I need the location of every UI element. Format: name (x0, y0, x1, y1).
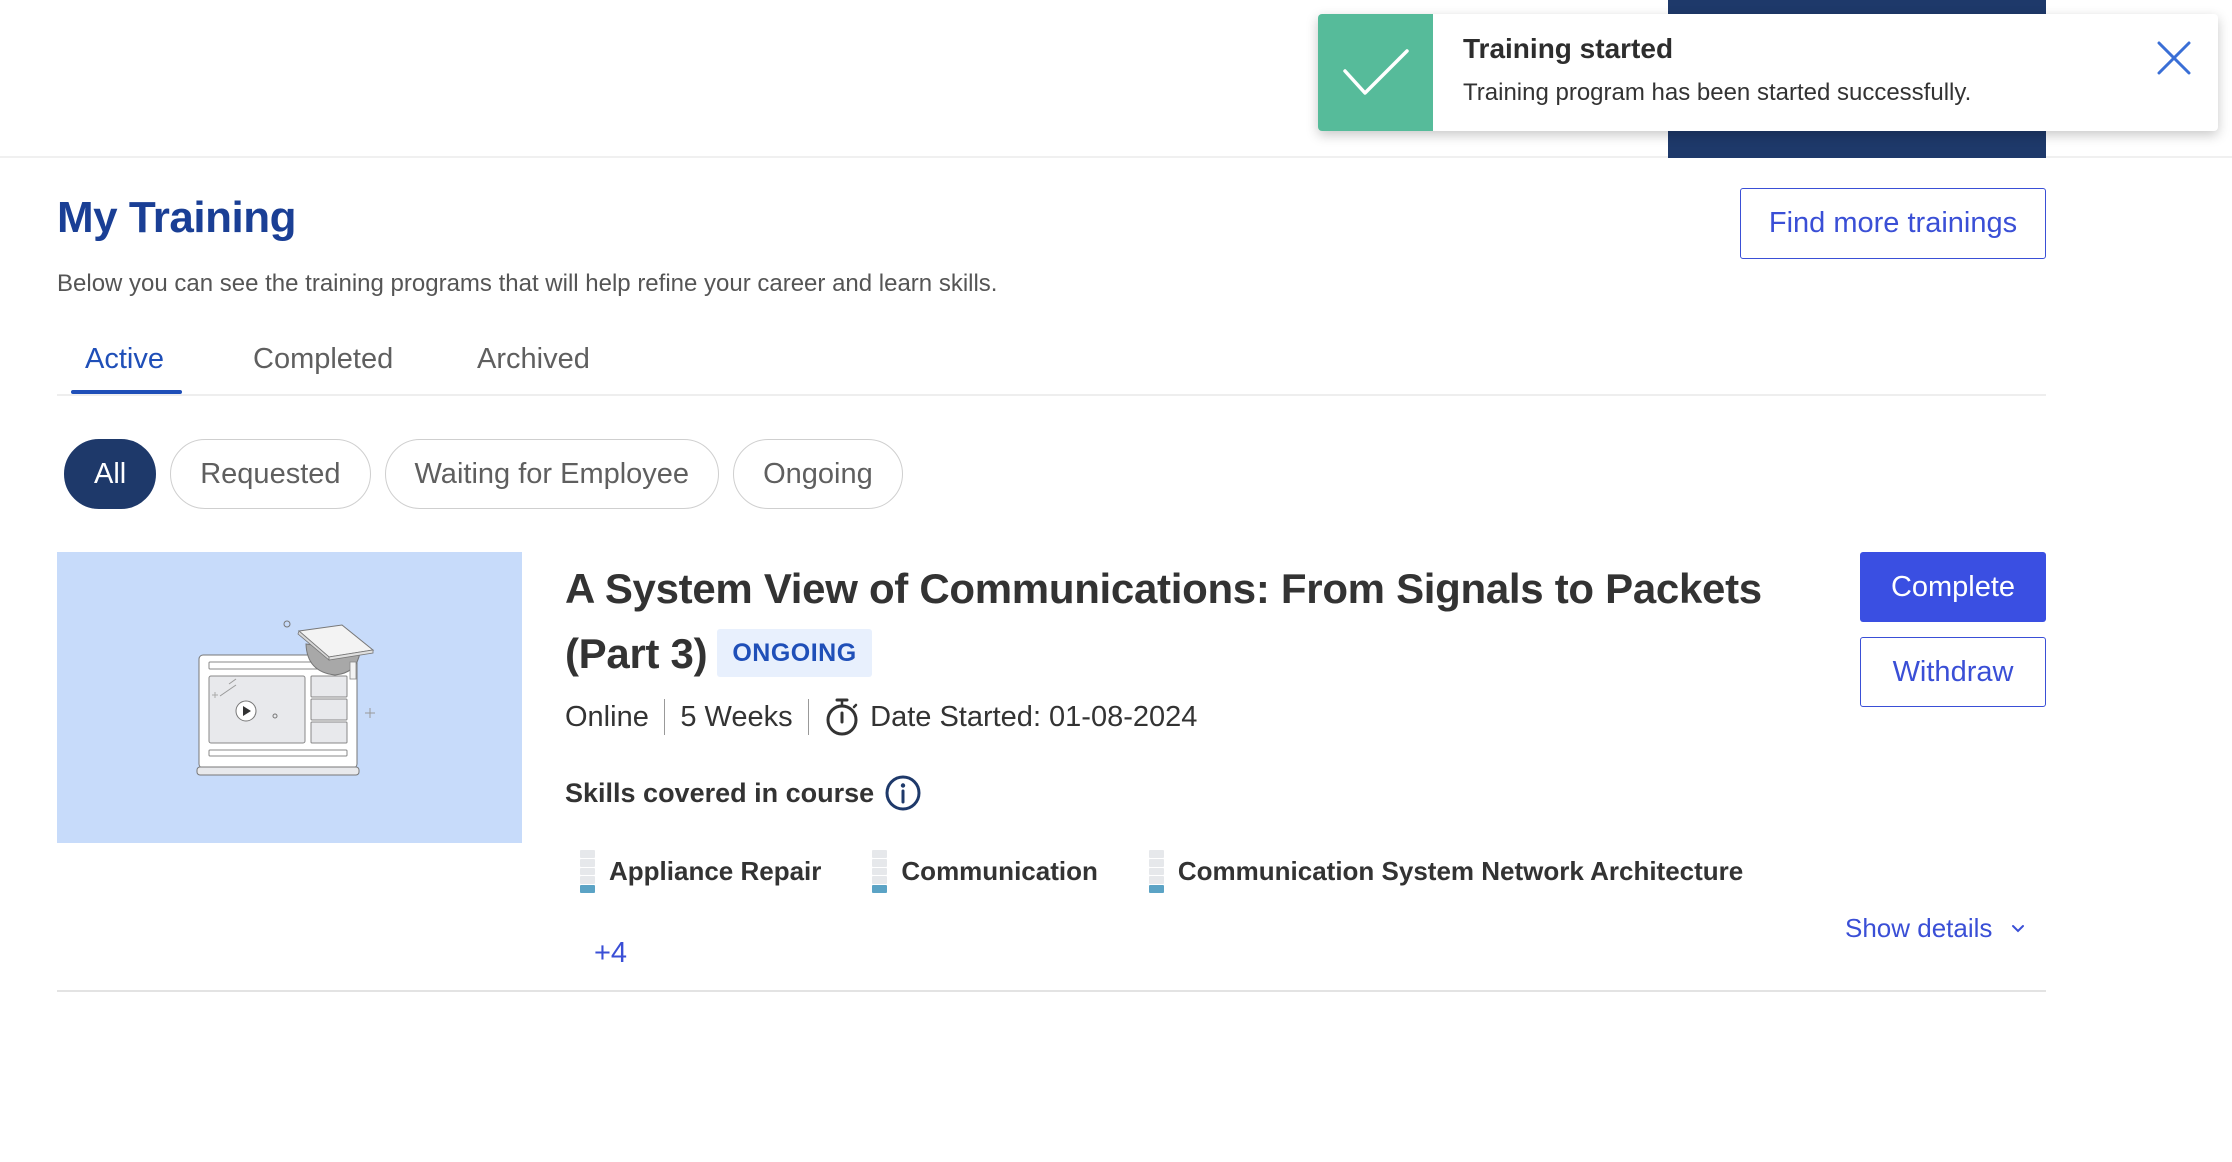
filter-chip-waiting-for-employee[interactable]: Waiting for Employee (384, 439, 720, 509)
filter-chip-ongoing[interactable]: Ongoing (733, 439, 903, 509)
course-title[interactable]: A System View of Communications: From Si… (565, 556, 1825, 686)
toast-icon-panel (1318, 14, 1433, 131)
skill-name: Appliance Repair (609, 856, 822, 886)
skill-level-bar (872, 850, 888, 893)
course-meta: Online 5 Weeks Date Started: 01-08-2024 (565, 697, 1197, 737)
card-divider (57, 990, 2046, 992)
skill-level-segment-empty (580, 876, 595, 885)
toast-message: Training program has been started succes… (1463, 79, 1972, 106)
skill-level-bar (1148, 850, 1164, 893)
meta-divider (663, 699, 666, 735)
delivery-mode: Online (565, 700, 649, 733)
skill-level-segment-filled (872, 885, 888, 893)
toast-title: Training started (1463, 33, 1674, 64)
date-started: Date Started: 01-08-2024 (870, 700, 1198, 733)
skills-heading: Skills covered in course (565, 774, 922, 812)
skill-item: Communication System Network Architectur… (1148, 850, 1744, 893)
course-thumbnail[interactable] (57, 552, 522, 843)
stopwatch-icon (824, 697, 860, 737)
success-toast: Training started Training program has be… (1318, 14, 2218, 131)
filter-chip-requested[interactable]: Requested (170, 439, 371, 509)
training-tabs: Active Completed Archived (57, 335, 2046, 396)
skill-level-segment-empty (1148, 867, 1164, 876)
active-tab-indicator (71, 390, 182, 394)
skill-level-segment-filled (1148, 885, 1164, 893)
skill-name: Communication (901, 856, 1098, 886)
skill-name: Communication System Network Architectur… (1177, 856, 1744, 886)
find-more-trainings-button[interactable]: Find more trainings (1740, 188, 2046, 259)
skills-list: Appliance Repair Communication Communica… (580, 850, 1794, 893)
skill-level-bar (580, 850, 595, 893)
meta-divider (807, 699, 810, 735)
info-icon[interactable] (884, 774, 922, 812)
chevron-down-icon (2010, 923, 2026, 935)
skill-item: Communication (872, 850, 1098, 893)
more-skills-link[interactable]: +4 (594, 937, 627, 970)
tab-completed[interactable]: Completed (253, 343, 393, 376)
check-icon (1342, 48, 1409, 95)
skill-level-segment-empty (872, 850, 888, 858)
skill-level-segment-filled (580, 885, 595, 893)
show-details-toggle[interactable]: Show details (1845, 913, 2026, 944)
skill-level-segment-empty (872, 867, 888, 876)
tab-archived[interactable]: Archived (477, 343, 590, 376)
page-title: My Training (57, 193, 296, 242)
skill-level-segment-empty (580, 858, 595, 867)
page-description: Below you can see the training programs … (57, 270, 998, 297)
filter-chip-all[interactable]: All (64, 439, 157, 509)
skill-level-segment-empty (580, 867, 595, 876)
status-filter-chips: All Requested Waiting for Employee Ongoi… (64, 439, 903, 509)
toast-close-button[interactable] (2150, 34, 2198, 82)
withdraw-button[interactable]: Withdraw (1860, 637, 2046, 707)
skills-heading-text: Skills covered in course (565, 777, 875, 808)
status-badge: ONGOING (717, 628, 872, 677)
close-icon (2157, 41, 2191, 75)
skill-level-segment-empty (872, 876, 888, 885)
skill-item: Appliance Repair (580, 850, 821, 893)
skill-level-segment-empty (872, 858, 888, 867)
skill-level-segment-empty (580, 850, 595, 858)
skill-level-segment-empty (1148, 858, 1164, 867)
skill-level-segment-empty (1148, 850, 1164, 858)
tab-active[interactable]: Active (85, 343, 164, 376)
course-duration: 5 Weeks (680, 700, 793, 733)
skill-level-segment-empty (1148, 876, 1164, 885)
complete-button[interactable]: Complete (1860, 552, 2046, 622)
show-details-label: Show details (1845, 913, 1993, 943)
laptop-graduation-illustration (196, 620, 375, 776)
